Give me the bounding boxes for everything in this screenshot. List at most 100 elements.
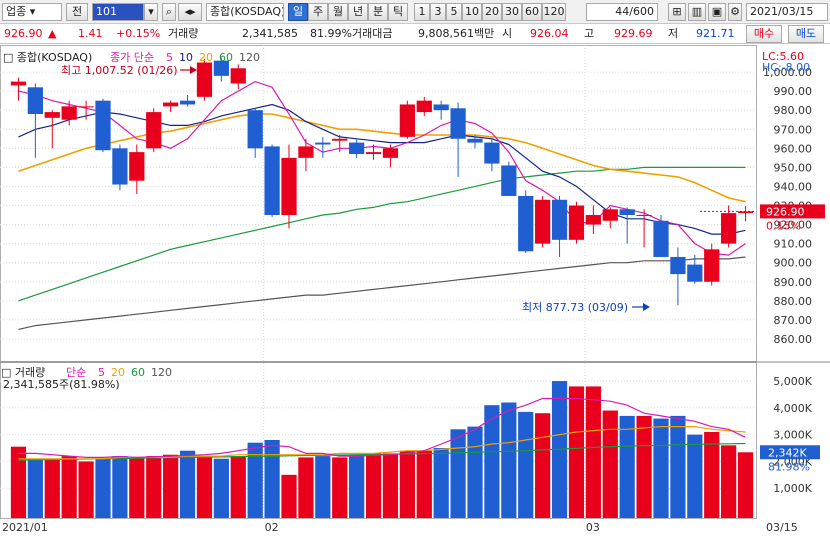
candle-body <box>636 215 652 217</box>
volume-bar <box>196 456 213 518</box>
interval-button-10[interactable]: 10 <box>462 3 482 21</box>
volume-tick-label: 4,000K <box>773 402 812 415</box>
sector-combo[interactable]: 업종 ▾ <box>2 3 62 21</box>
price-tick-label: 910.00 <box>774 238 813 251</box>
date-field[interactable]: 2021/03/15 <box>746 3 828 21</box>
volume-bar <box>27 458 43 518</box>
code-input[interactable]: 101 <box>92 3 144 21</box>
candle-body <box>179 100 196 105</box>
volume-bar <box>44 458 60 518</box>
volume-bar <box>179 450 196 518</box>
period-button-3[interactable]: 년 <box>348 3 368 21</box>
volume-bar <box>298 457 314 518</box>
x-tick-label: 02 <box>265 521 279 534</box>
volume-bar <box>670 415 686 518</box>
volume-bar <box>349 454 365 518</box>
volume-bar <box>264 440 280 518</box>
x-tick-label: 03/15 <box>766 521 798 534</box>
volume-tick-label: 5,000K <box>773 375 812 388</box>
interval-button-1[interactable]: 1 <box>414 3 430 21</box>
volume-bar <box>501 402 517 518</box>
candle-body <box>518 195 534 252</box>
volume-tick-label: 1,000K <box>773 482 812 495</box>
volume-bar <box>61 456 77 518</box>
candle-body <box>721 213 737 244</box>
candle-body <box>61 106 77 120</box>
volume-bar <box>230 456 246 518</box>
current-price-pct: 0.15% <box>766 219 801 232</box>
price-tick-label: 950.00 <box>774 161 813 174</box>
current-price-box-text: 926.90 <box>766 205 805 218</box>
candle-body <box>129 152 145 181</box>
volume-bar <box>247 442 263 518</box>
search-icon[interactable]: ⌕ <box>162 3 176 21</box>
candle-body <box>535 199 551 244</box>
gear-icon[interactable]: ⚙ <box>728 3 742 21</box>
volume-bar <box>704 431 720 518</box>
hc-label: HC:-8.00 <box>762 61 810 74</box>
volume-current-text: 2,341,585주(81.98%) <box>3 378 120 391</box>
candle-body <box>670 256 686 275</box>
interval-button-5[interactable]: 5 <box>446 3 462 21</box>
candle-body <box>247 110 263 149</box>
volume-bar <box>10 446 27 518</box>
volume-bar <box>450 429 466 518</box>
volume-bar <box>535 413 551 518</box>
candle-body <box>416 100 432 113</box>
candle-body <box>399 104 415 137</box>
ma10-line <box>18 103 746 235</box>
sector-tab-button[interactable]: 전 <box>66 3 88 21</box>
period-button-5[interactable]: 틱 <box>388 3 408 21</box>
stock-chart[interactable]: 860.00870.00880.00890.00900.00910.00920.… <box>0 45 830 536</box>
volume-bar <box>112 456 128 518</box>
volume-bar <box>585 386 601 518</box>
candle-body <box>146 112 162 149</box>
candle-body <box>281 157 297 216</box>
period-button-0[interactable]: 일 <box>288 3 308 21</box>
code-dropdown-icon[interactable]: ▾ <box>144 3 158 21</box>
speaker-icon[interactable]: ◂▸ <box>178 3 202 21</box>
volume-tick-label: 3,000K <box>773 429 812 442</box>
candle-body <box>365 152 382 155</box>
volume-bar <box>163 454 179 518</box>
volume-bar <box>433 448 449 518</box>
volume-bar <box>399 450 415 518</box>
change-percent: +0.15% <box>116 27 161 40</box>
sector-combo-label: 업종 <box>6 5 27 18</box>
price-tick-label: 860.00 <box>774 333 813 346</box>
candle-body <box>10 81 27 86</box>
candle-body <box>704 249 720 282</box>
interval-button-120[interactable]: 120 <box>542 3 566 21</box>
price-legend-period: 20 <box>199 51 213 64</box>
save-icon[interactable]: ▣ <box>708 3 726 21</box>
bars-icon[interactable]: ▥ <box>688 3 706 21</box>
period-button-1[interactable]: 주 <box>308 3 328 21</box>
price-legend-title: □ 종합(KOSDAQ) <box>3 51 92 64</box>
period-button-2[interactable]: 월 <box>328 3 348 21</box>
chart-area[interactable]: 860.00 870.00 880.00 890.00 900.00 910.00 920.… <box>0 45 830 536</box>
interval-button-3[interactable]: 3 <box>430 3 446 21</box>
interval-button-30[interactable]: 30 <box>502 3 522 21</box>
candle-body <box>619 209 635 216</box>
interval-button-20[interactable]: 20 <box>482 3 502 21</box>
current-volume-pct: 81.98% <box>768 460 810 473</box>
toolbar: 업종 ▾ 전 101 ▾ ⌕ ◂▸ 종합(KOSDAQ) 44/600 ⊞ ▥ … <box>0 0 830 24</box>
candle-body <box>44 112 60 118</box>
price-legend-period: 5 <box>166 51 173 64</box>
price-tick-label: 900.00 <box>774 257 813 270</box>
period-button-4[interactable]: 분 <box>368 3 388 21</box>
candle-body <box>349 142 365 155</box>
low-value: 921.71 <box>696 27 735 40</box>
interval-button-60[interactable]: 60 <box>522 3 542 21</box>
add-indicator-icon[interactable]: ⊞ <box>668 3 686 21</box>
volume-bar <box>518 411 534 518</box>
volume-bar <box>382 453 399 518</box>
buy-button[interactable]: 매수 <box>746 25 782 43</box>
candle-body <box>433 104 449 111</box>
volume-label: 거래량 <box>168 27 199 40</box>
volume-bar <box>95 458 111 518</box>
sell-button[interactable]: 매도 <box>788 25 824 43</box>
page-counter: 44/600 <box>586 3 658 21</box>
volume-ratio: 81.99% <box>310 27 352 40</box>
candle-body <box>196 62 213 97</box>
